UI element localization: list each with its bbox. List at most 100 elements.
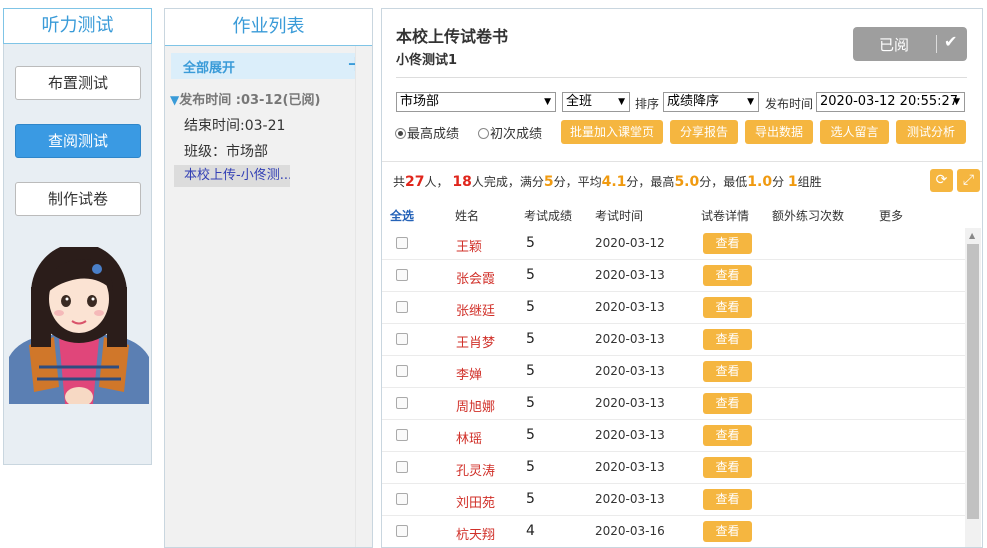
table-row: 林瑶 5 2020-03-13 查看 bbox=[382, 420, 965, 452]
checkmark-icon: ✔ bbox=[944, 32, 958, 51]
view-button[interactable]: 查看 bbox=[703, 521, 752, 542]
publish-time-value: 2020-03-12 20:55:27 bbox=[820, 94, 959, 109]
column-more: 更多 bbox=[879, 209, 904, 223]
left-panel-body: 布置测试 查阅测试 制作试卷 bbox=[3, 44, 152, 465]
student-name[interactable]: 刘田苑 bbox=[456, 492, 495, 511]
student-score: 5 bbox=[526, 331, 535, 347]
radio-first-score[interactable]: 初次成绩 bbox=[478, 123, 542, 142]
scrollbar-thumb[interactable] bbox=[967, 244, 979, 519]
sort-select[interactable]: 成绩降序 ▼ bbox=[663, 92, 759, 112]
dropdown-arrow-icon: ▼ bbox=[544, 97, 551, 107]
student-score: 5 bbox=[526, 395, 535, 411]
view-button[interactable]: 查看 bbox=[703, 425, 752, 446]
student-score: 5 bbox=[526, 363, 535, 379]
select-all-link[interactable]: 全选 bbox=[390, 207, 414, 224]
column-time: 考试时间 bbox=[595, 209, 644, 223]
view-button[interactable]: 查看 bbox=[703, 489, 752, 510]
summary-stats: 共27人， 18人完成，满分5分，平均4.1分，最高5.0分，最低1.0分 1组… bbox=[393, 174, 822, 190]
table-row: 王肖梦 5 2020-03-13 查看 bbox=[382, 324, 965, 356]
student-score: 5 bbox=[526, 267, 535, 283]
view-button[interactable]: 查看 bbox=[703, 233, 752, 254]
expand-all-label[interactable]: 全部展开 bbox=[183, 57, 235, 76]
exam-date: 2020-03-13 bbox=[595, 428, 665, 442]
radio-first-score-label: 初次成绩 bbox=[490, 127, 543, 142]
publish-time-select[interactable]: 2020-03-12 20:55:27 ▼ bbox=[816, 92, 965, 112]
row-checkbox[interactable] bbox=[396, 397, 408, 409]
sort-value: 成绩降序 bbox=[667, 94, 720, 109]
class-select[interactable]: 全班 ▼ bbox=[562, 92, 630, 112]
teacher-avatar bbox=[9, 247, 149, 404]
left-panel-title: 听力测试 bbox=[3, 8, 152, 44]
row-checkbox[interactable] bbox=[396, 525, 408, 537]
radio-best-score[interactable]: 最高成绩 bbox=[395, 123, 459, 142]
view-button[interactable]: 查看 bbox=[703, 393, 752, 414]
row-checkbox[interactable] bbox=[396, 237, 408, 249]
student-name[interactable]: 孔灵涛 bbox=[456, 460, 495, 479]
row-checkbox[interactable] bbox=[396, 461, 408, 473]
tree-group-header[interactable]: ▼发布时间 :03-12(已阅) bbox=[170, 89, 320, 108]
row-checkbox[interactable] bbox=[396, 365, 408, 377]
scroll-up-icon[interactable]: ▲ bbox=[969, 231, 975, 240]
column-score: 考试成绩 bbox=[524, 209, 573, 223]
left-panel: 听力测试 布置测试 查阅测试 制作试卷 bbox=[3, 8, 152, 508]
radio-checked-icon bbox=[395, 128, 406, 139]
mark-read-label: 已阅 bbox=[879, 36, 910, 54]
view-button[interactable]: 查看 bbox=[703, 297, 752, 318]
caret-down-icon[interactable]: ▼ bbox=[170, 93, 179, 107]
homework-list-title: 作业列表 bbox=[165, 9, 372, 46]
view-button[interactable]: 查看 bbox=[703, 361, 752, 382]
batch-add-button[interactable]: 批量加入课堂页 bbox=[561, 120, 663, 144]
mark-read-button[interactable]: 已阅 ✔ bbox=[853, 27, 967, 61]
share-report-button[interactable]: 分享报告 bbox=[670, 120, 738, 144]
dropdown-arrow-icon: ▼ bbox=[747, 97, 754, 107]
test-analysis-button[interactable]: 测试分析 bbox=[896, 120, 966, 144]
view-button[interactable]: 查看 bbox=[703, 329, 752, 350]
fullscreen-icon[interactable]: ⤢ bbox=[957, 169, 980, 192]
student-name[interactable]: 张继廷 bbox=[456, 300, 495, 319]
select-message-button[interactable]: 选人留言 bbox=[820, 120, 889, 144]
dropdown-arrow-icon: ▼ bbox=[953, 97, 960, 107]
table-row: 杭天翔 4 2020-03-16 查看 bbox=[382, 516, 965, 547]
make-paper-button[interactable]: 制作试卷 bbox=[15, 182, 141, 216]
student-name[interactable]: 周旭娜 bbox=[456, 396, 495, 415]
column-detail: 试卷详情 bbox=[701, 209, 750, 223]
homework-list-panel: 作业列表 全部展开 + ▼发布时间 :03-12(已阅) 结束时间:03-21 … bbox=[164, 8, 373, 548]
table-scrollbar[interactable]: ▲ bbox=[965, 228, 981, 547]
export-data-button[interactable]: 导出数据 bbox=[745, 120, 813, 144]
student-name[interactable]: 杭天翔 bbox=[456, 524, 495, 543]
student-score: 5 bbox=[526, 427, 535, 443]
exam-date: 2020-03-13 bbox=[595, 364, 665, 378]
tree-group-label: 发布时间 :03-12(已阅) bbox=[179, 93, 321, 108]
student-name[interactable]: 张会霞 bbox=[456, 268, 495, 287]
review-test-button[interactable]: 查阅测试 bbox=[15, 124, 141, 158]
row-checkbox[interactable] bbox=[396, 301, 408, 313]
row-checkbox[interactable] bbox=[396, 429, 408, 441]
assign-test-button[interactable]: 布置测试 bbox=[15, 66, 141, 100]
student-name[interactable]: 林瑶 bbox=[456, 428, 482, 447]
exam-date: 2020-03-13 bbox=[595, 268, 665, 282]
tree-test-item[interactable]: 本校上传-小佟测... bbox=[174, 165, 290, 187]
view-button[interactable]: 查看 bbox=[703, 457, 752, 478]
left-panel-footer bbox=[3, 465, 152, 508]
dropdown-arrow-icon: ▼ bbox=[618, 97, 625, 107]
student-name[interactable]: 李婵 bbox=[456, 364, 482, 383]
table-row: 周旭娜 5 2020-03-13 查看 bbox=[382, 388, 965, 420]
radio-best-score-label: 最高成绩 bbox=[407, 127, 460, 142]
row-checkbox[interactable] bbox=[396, 333, 408, 345]
row-checkbox[interactable] bbox=[396, 493, 408, 505]
student-score: 5 bbox=[526, 459, 535, 475]
student-score: 5 bbox=[526, 491, 535, 507]
student-name[interactable]: 王肖梦 bbox=[456, 332, 495, 351]
divider bbox=[382, 161, 982, 162]
paper-title: 本校上传试卷书 bbox=[396, 27, 509, 46]
expand-all-bar[interactable]: 全部展开 + bbox=[171, 52, 369, 79]
department-select[interactable]: 市场部 ▼ bbox=[396, 92, 556, 112]
refresh-icon[interactable]: ⟳ bbox=[930, 169, 953, 192]
exam-date: 2020-03-16 bbox=[595, 524, 665, 538]
sort-label: 排序 bbox=[635, 97, 660, 111]
row-checkbox[interactable] bbox=[396, 269, 408, 281]
middle-scrollbar[interactable] bbox=[355, 46, 372, 547]
student-name[interactable]: 王颖 bbox=[456, 236, 482, 255]
test-detail-panel: 本校上传试卷书 小佟测试1 已阅 ✔ 市场部 ▼ 全班 ▼ 排序 成绩降序 ▼ 发布时… bbox=[381, 8, 983, 548]
view-button[interactable]: 查看 bbox=[703, 265, 752, 286]
